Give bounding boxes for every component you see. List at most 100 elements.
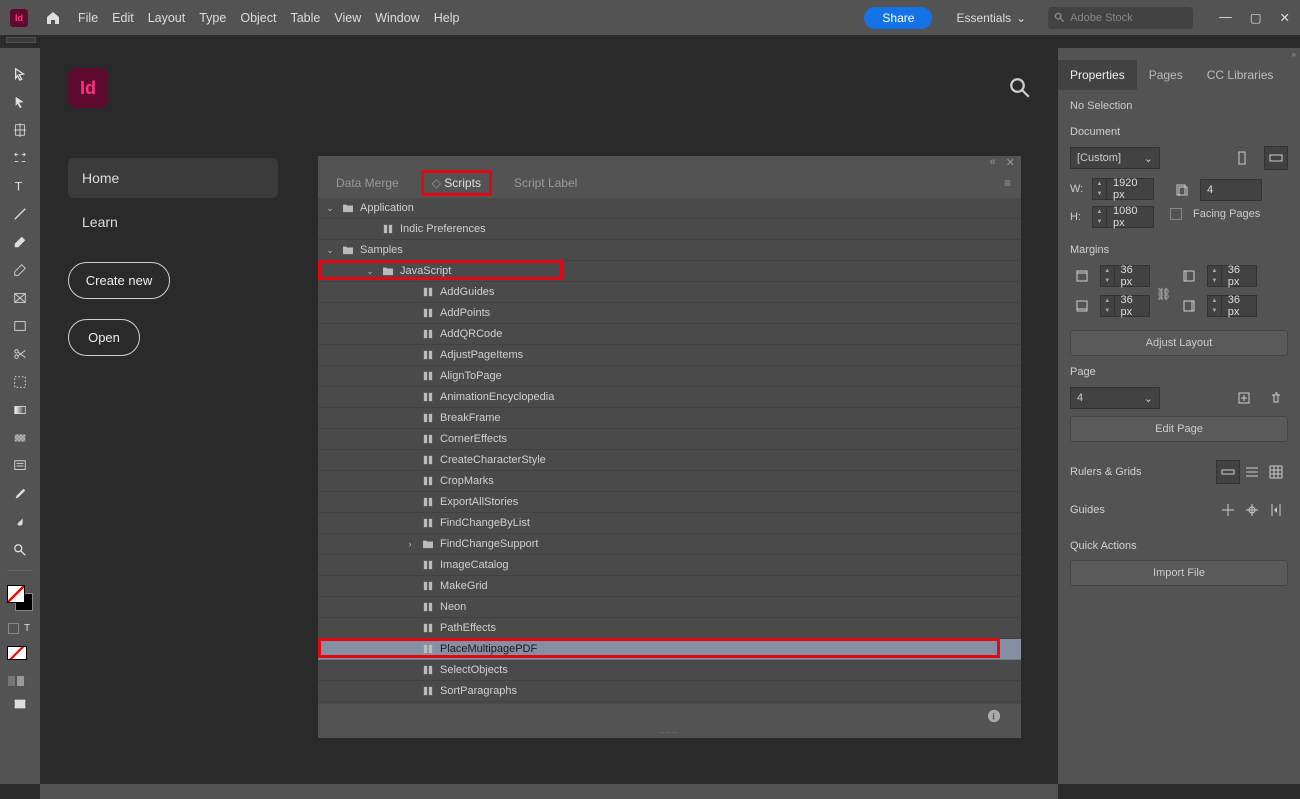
pen-tool[interactable] <box>7 232 33 252</box>
pages-input[interactable]: 4 <box>1200 179 1262 201</box>
tree-row[interactable]: PlaceMultipagePDF <box>318 639 1021 660</box>
menu-help[interactable]: Help <box>434 11 460 25</box>
tree-row[interactable]: AddPoints <box>318 303 1021 324</box>
new-page-icon[interactable] <box>1232 386 1256 410</box>
tab-cc-libraries[interactable]: CC Libraries <box>1195 60 1286 90</box>
page-tool[interactable] <box>7 120 33 140</box>
menu-layout[interactable]: Layout <box>148 11 186 25</box>
panel-close-icon[interactable]: ✕ <box>1006 156 1015 169</box>
tree-row[interactable]: AddGuides <box>318 282 1021 303</box>
scissors-tool[interactable] <box>7 344 33 364</box>
menu-window[interactable]: Window <box>375 11 419 25</box>
panel-resize-handle[interactable]: ┄┄┄ <box>318 728 1021 738</box>
collapse-icon[interactable]: » <box>1292 50 1296 60</box>
margin-left-input[interactable]: ▲▼36 px <box>1207 265 1257 287</box>
orientation-portrait-icon[interactable] <box>1230 146 1254 170</box>
orientation-landscape-icon[interactable] <box>1264 146 1288 170</box>
panel-grip[interactable] <box>6 37 36 43</box>
tree-row[interactable]: MakeGrid <box>318 576 1021 597</box>
margin-bottom-input[interactable]: ▲▼36 px <box>1100 295 1150 317</box>
tree-row[interactable]: AdjustPageItems <box>318 345 1021 366</box>
tree-row[interactable]: Indic Preferences <box>318 219 1021 240</box>
nav-learn[interactable]: Learn <box>68 202 278 242</box>
page-dropdown[interactable]: 4⌄ <box>1070 387 1160 409</box>
menu-file[interactable]: File <box>78 11 98 25</box>
document-grid-icon[interactable] <box>1264 460 1288 484</box>
gradient-button-row[interactable] <box>8 676 33 686</box>
hand-tool[interactable] <box>7 512 33 532</box>
guide-snap-icon[interactable] <box>1240 498 1264 522</box>
tree-row[interactable]: CreateCharacterStyle <box>318 450 1021 471</box>
tree-row[interactable]: ⌄Samples <box>318 240 1021 261</box>
rectangle-frame-tool[interactable] <box>7 288 33 308</box>
adjust-layout-button[interactable]: Adjust Layout <box>1070 330 1288 356</box>
margin-top-input[interactable]: ▲▼36 px <box>1100 265 1150 287</box>
apply-container-icon[interactable] <box>8 623 19 634</box>
nav-home[interactable]: Home <box>68 158 278 198</box>
tree-row[interactable]: AlignToPage <box>318 366 1021 387</box>
tree-row[interactable]: CornerEffects <box>318 429 1021 450</box>
tree-row[interactable]: BreakFrame <box>318 408 1021 429</box>
rectangle-tool[interactable] <box>7 316 33 336</box>
tab-properties[interactable]: Properties <box>1058 60 1137 90</box>
search-icon[interactable] <box>1010 78 1030 98</box>
panel-menu-icon[interactable]: ≡ <box>1004 176 1011 190</box>
create-new-button[interactable]: Create new <box>68 262 170 299</box>
gradient-swatch-tool[interactable] <box>7 400 33 420</box>
tree-row[interactable]: CropMarks <box>318 471 1021 492</box>
tree-row[interactable]: ⌄JavaScript <box>318 261 1021 282</box>
adobe-stock-search[interactable]: Adobe Stock <box>1048 7 1193 29</box>
smart-guide-icon[interactable] <box>1264 498 1288 522</box>
collapse-icon[interactable]: « <box>990 156 996 168</box>
tree-row[interactable]: SelectObjects <box>318 660 1021 681</box>
expand-arrow-icon[interactable]: ⌄ <box>324 203 336 214</box>
maximize-icon[interactable]: ▢ <box>1250 10 1262 25</box>
tree-row[interactable]: Neon <box>318 597 1021 618</box>
info-icon[interactable]: i <box>987 709 1001 723</box>
tree-row[interactable]: ImageCatalog <box>318 555 1021 576</box>
import-file-button[interactable]: Import File <box>1070 560 1288 586</box>
facing-pages-checkbox[interactable] <box>1170 208 1182 220</box>
tree-row[interactable]: ›FindChangeSupport <box>318 534 1021 555</box>
expand-arrow-icon[interactable]: › <box>404 539 416 549</box>
direct-selection-tool[interactable] <box>7 92 33 112</box>
edit-page-button[interactable]: Edit Page <box>1070 416 1288 442</box>
link-margins-icon[interactable]: ⛓ <box>1156 287 1171 301</box>
type-tool[interactable]: T <box>7 176 33 196</box>
gap-tool[interactable] <box>7 148 33 168</box>
tree-row[interactable]: SortParagraphs <box>318 681 1021 702</box>
apply-text-icon[interactable]: T <box>22 623 33 634</box>
tab-data-merge[interactable]: Data Merge <box>328 172 407 194</box>
expand-arrow-icon[interactable]: ⌄ <box>364 266 376 277</box>
guide-view-icon[interactable] <box>1216 498 1240 522</box>
height-input[interactable]: ▲▼1080 px <box>1092 206 1154 228</box>
note-tool[interactable] <box>7 456 33 476</box>
menu-view[interactable]: View <box>334 11 361 25</box>
tree-row[interactable]: PathEffects <box>318 618 1021 639</box>
tree-row[interactable]: ExportAllStories <box>318 492 1021 513</box>
tab-script-label[interactable]: Script Label <box>506 172 585 194</box>
minimize-icon[interactable]: — <box>1219 10 1232 25</box>
free-transform-tool[interactable] <box>7 372 33 392</box>
selection-tool[interactable] <box>7 64 33 84</box>
menu-edit[interactable]: Edit <box>112 11 134 25</box>
fill-stroke-swatch[interactable] <box>7 585 33 611</box>
tree-row[interactable]: FindChangeByList <box>318 513 1021 534</box>
menu-type[interactable]: Type <box>199 11 226 25</box>
workspace-switcher[interactable]: Essentials⌄ <box>956 11 1026 25</box>
open-button[interactable]: Open <box>68 319 140 356</box>
tab-pages[interactable]: Pages <box>1137 60 1195 90</box>
menu-table[interactable]: Table <box>290 11 320 25</box>
close-icon[interactable]: ✕ <box>1280 10 1290 25</box>
tree-row[interactable]: AnimationEncyclopedia <box>318 387 1021 408</box>
share-button[interactable]: Share <box>864 7 932 29</box>
tab-scripts[interactable]: Scripts <box>444 176 481 190</box>
menu-object[interactable]: Object <box>240 11 276 25</box>
screen-mode-tool[interactable] <box>7 694 33 714</box>
gradient-feather-tool[interactable] <box>7 428 33 448</box>
width-input[interactable]: ▲▼1920 px <box>1092 178 1154 200</box>
home-icon[interactable] <box>42 7 64 29</box>
pencil-tool[interactable] <box>7 260 33 280</box>
preset-dropdown[interactable]: [Custom]⌄ <box>1070 147 1160 169</box>
scripts-tree[interactable]: ⌄ApplicationIndic Preferences⌄Samples⌄Ja… <box>318 198 1021 704</box>
